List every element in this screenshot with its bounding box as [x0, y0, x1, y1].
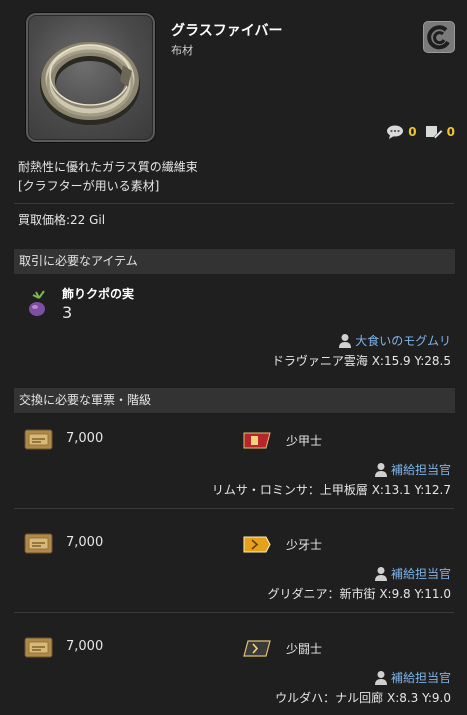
comment-count[interactable]: 0 — [386, 125, 417, 139]
divider — [14, 508, 454, 509]
exchange-npc-name[interactable]: 補給担当官 — [391, 565, 451, 582]
exchange-npc-name[interactable]: 補給担当官 — [391, 461, 451, 478]
comment-bubble-icon — [387, 125, 404, 139]
trade-section-header: 取引に必要なアイテム — [14, 249, 455, 274]
report-edit-icon — [425, 126, 443, 139]
seal-amount: 7,000 — [66, 639, 104, 654]
exchange-npc-name[interactable]: 補給担当官 — [391, 669, 451, 686]
comment-count-value: 0 — [408, 125, 417, 139]
item-name: グラスファイバー — [171, 23, 283, 39]
exchange-npc-link[interactable]: 補給担当官 — [374, 565, 451, 582]
trade-npc-link[interactable]: 大食いのモグムリ — [338, 332, 451, 349]
trade-npc-name[interactable]: 大食いのモグムリ — [355, 332, 451, 349]
required-item-quantity: 3 — [62, 303, 73, 322]
company-seal-icon — [24, 637, 53, 658]
maelstrom-rank-icon — [243, 432, 271, 449]
item-header: グラスファイバー 布材 0 0 — [0, 0, 467, 150]
exchange-npc-link[interactable]: 補給担当官 — [374, 669, 451, 686]
description-line-2: [クラフターが用いる素材] — [18, 179, 160, 193]
divider — [14, 203, 454, 204]
twin-adder-rank-icon — [243, 536, 271, 553]
item-description: 耐熱性に優れたガラス質の繊維束 [クラフターが用いる素材] — [18, 158, 198, 196]
report-count[interactable]: 0 — [425, 124, 455, 140]
required-item-name[interactable]: 飾りクポの実 — [62, 285, 134, 302]
kupo-fruit-icon — [29, 290, 45, 316]
item-counts: 0 0 — [386, 123, 455, 141]
description-line-1: 耐熱性に優れたガラス質の繊維束 — [18, 160, 198, 174]
trade-location: ドラヴァニア雲海 X:15.9 Y:28.5 — [271, 354, 451, 368]
seal-amount: 7,000 — [66, 535, 104, 550]
person-icon — [339, 334, 352, 348]
seal-amount: 7,000 — [66, 431, 104, 446]
rank-name: 少甲士 — [286, 434, 323, 448]
item-price: 買取価格:22 Gil — [18, 213, 106, 227]
immortal-flames-rank-icon — [243, 640, 271, 657]
person-icon — [374, 463, 387, 477]
item-link-button[interactable] — [423, 21, 455, 53]
divider — [14, 612, 454, 613]
exchange-location: グリダニア：新市街 X:9.8 Y:11.0 — [267, 587, 451, 601]
exchange-location: リムサ・ロミンサ：上甲板層 X:13.1 Y:12.7 — [211, 483, 451, 497]
report-count-value: 0 — [446, 125, 455, 139]
glass-fiber-ring-icon — [26, 13, 155, 142]
exchange-npc-link[interactable]: 補給担当官 — [374, 461, 451, 478]
person-icon — [374, 567, 387, 581]
company-seal-icon — [24, 429, 53, 450]
rank-name: 少闘士 — [286, 642, 323, 656]
company-seal-icon — [24, 533, 53, 554]
exchange-section-header: 交換に必要な軍票・階級 — [14, 388, 455, 413]
rank-name: 少牙士 — [286, 538, 323, 552]
item-category: 布材 — [171, 44, 193, 57]
spiral-icon — [427, 25, 450, 50]
person-icon — [374, 671, 387, 685]
exchange-location: ウルダハ：ナル回廊 X:8.3 Y:9.0 — [275, 691, 451, 705]
